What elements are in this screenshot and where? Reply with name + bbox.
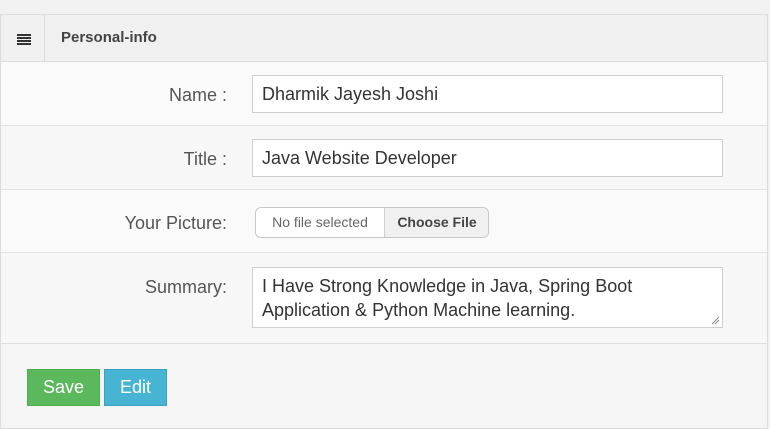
panel-header: Personal-info [1, 15, 767, 62]
save-button[interactable]: Save [27, 369, 100, 406]
title-label: Title : [183, 149, 227, 169]
panel-icon-box [1, 15, 45, 61]
summary-textarea[interactable]: I Have Strong Knowledge in Java, Spring … [252, 267, 723, 328]
picture-row: Your Picture: No file selected Choose Fi… [1, 190, 767, 253]
summary-label: Summary: [144, 277, 227, 297]
personal-info-panel: Personal-info Name : Dharmik Jayesh Josh… [0, 14, 768, 429]
picture-file-input[interactable]: No file selected Choose File [255, 207, 489, 238]
summary-row: Summary: I Have Strong Knowledge in Java… [1, 253, 767, 344]
edit-button[interactable]: Edit [104, 369, 167, 406]
panel-title: Personal-info [61, 29, 157, 46]
file-status-text: No file selected [256, 208, 385, 237]
list-icon [17, 34, 31, 45]
name-input[interactable]: Dharmik Jayesh Joshi [252, 75, 723, 113]
title-input[interactable]: Java Website Developer [252, 139, 723, 177]
summary-text: I Have Strong Knowledge in Java, Spring … [262, 276, 633, 320]
name-row: Name : Dharmik Jayesh Joshi [1, 62, 767, 126]
title-row: Title : Java Website Developer [1, 126, 767, 190]
choose-file-button[interactable]: Choose File [385, 208, 488, 237]
picture-label: Your Picture: [124, 213, 227, 233]
resize-grip-icon[interactable] [711, 316, 720, 325]
name-label: Name : [168, 85, 227, 105]
